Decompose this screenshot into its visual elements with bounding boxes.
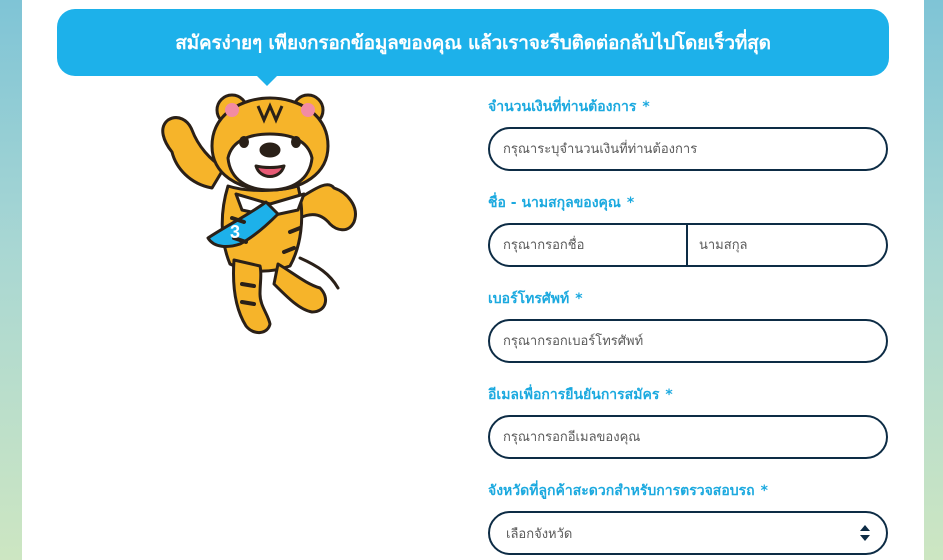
province-select-value: เลือกจังหวัด <box>506 526 573 542</box>
tie-number: 3 <box>230 222 240 242</box>
banner-pointer <box>256 75 278 86</box>
required-marker: * <box>760 483 768 499</box>
province-label: จังหวัดที่ลูกค้าสะดวกสำหรับการตรวจสอบรถ * <box>488 483 768 499</box>
name-field-group <box>488 223 888 267</box>
required-marker: * <box>626 195 635 211</box>
required-marker: * <box>575 291 583 307</box>
required-marker: * <box>665 387 673 403</box>
phone-label: เบอร์โทรศัพท์ * <box>488 291 583 307</box>
amount-input[interactable] <box>488 127 888 171</box>
banner-text: สมัครง่ายๆ เพียงกรอกข้อมูลของคุณ แล้วเรา… <box>175 31 771 54</box>
tiger-mascot-illustration: 3 <box>161 93 357 334</box>
first-name-input[interactable] <box>490 225 688 265</box>
required-marker: * <box>642 99 650 115</box>
province-select[interactable]: เลือกจังหวัด <box>488 511 888 555</box>
email-label: อีเมลเพื่อการยืนยันการสมัคร * <box>488 387 673 403</box>
header-banner: สมัครง่ายๆ เพียงกรอกข้อมูลของคุณ แล้วเรา… <box>57 9 889 76</box>
phone-input[interactable] <box>488 319 888 363</box>
email-input[interactable] <box>488 415 888 459</box>
amount-label: จำนวนเงินที่ท่านต้องการ * <box>488 99 650 115</box>
select-arrows-icon <box>860 525 870 541</box>
name-label: ชื่อ - นามสกุลของคุณ * <box>488 195 635 211</box>
last-name-input[interactable] <box>688 225 886 265</box>
